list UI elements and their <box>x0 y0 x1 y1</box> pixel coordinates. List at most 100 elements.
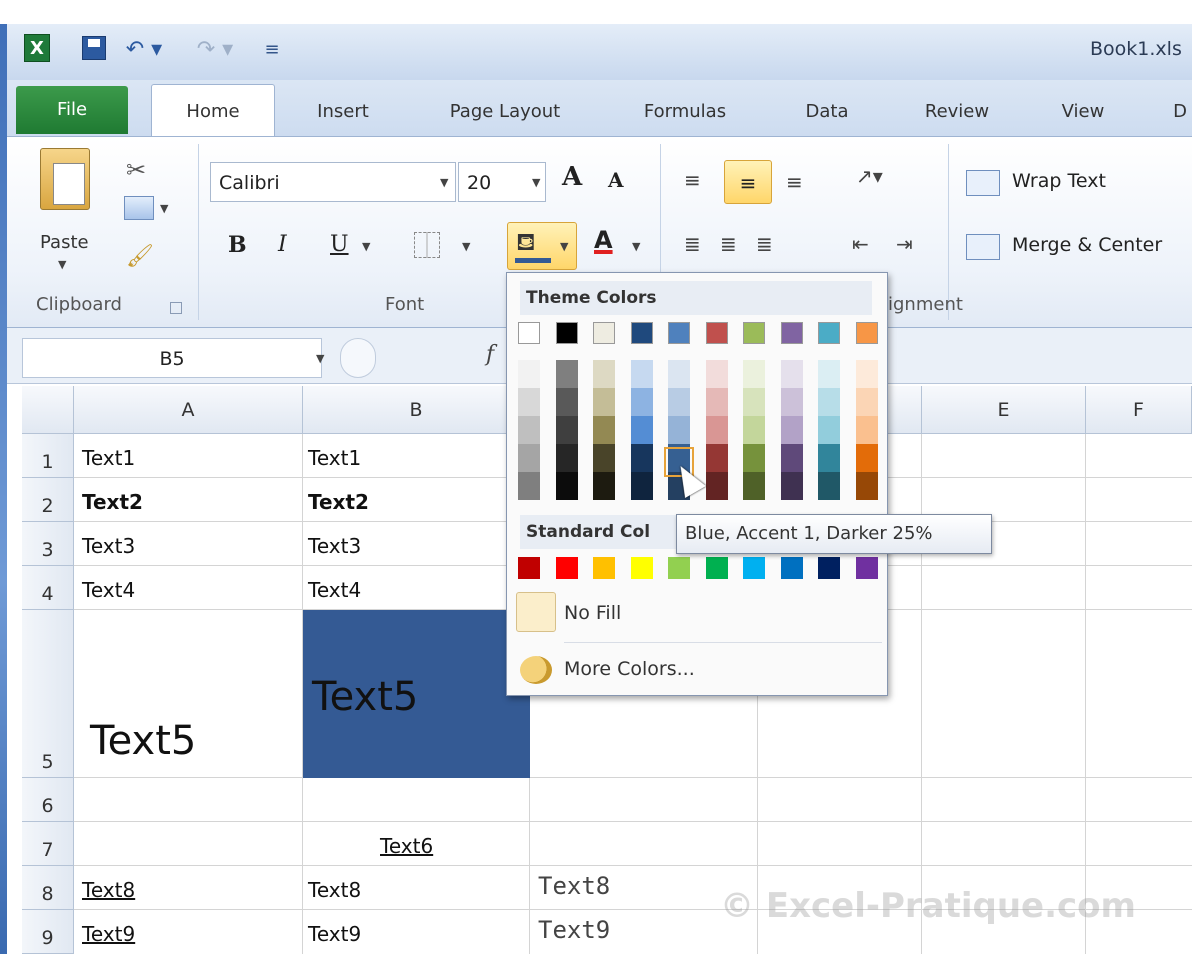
standard-color-swatch[interactable] <box>593 557 615 579</box>
paste-button-label[interactable]: Paste <box>40 232 89 253</box>
no-fill-option[interactable]: No Fill <box>564 602 621 624</box>
bold-button[interactable]: B <box>228 232 247 258</box>
cell-a9[interactable]: Text9 <box>82 922 135 946</box>
theme-shade-swatch[interactable] <box>818 388 840 416</box>
theme-shade-swatch[interactable] <box>593 416 615 444</box>
theme-shade-swatch[interactable] <box>780 472 803 500</box>
theme-shade-swatch[interactable] <box>630 472 653 500</box>
wrap-text-button[interactable]: Wrap Text <box>1012 170 1106 192</box>
cell-a2[interactable]: Text2 <box>82 490 143 514</box>
align-right-icon[interactable]: ≣ <box>756 232 773 256</box>
theme-shade-swatch[interactable] <box>818 416 840 444</box>
theme-shade-swatch[interactable] <box>743 388 765 416</box>
orientation-icon[interactable]: ↗▾ <box>856 164 883 188</box>
align-left-icon[interactable]: ≣ <box>684 232 701 256</box>
theme-shade-swatch[interactable] <box>555 472 578 500</box>
theme-color-swatch[interactable] <box>555 322 578 344</box>
theme-shade-swatch[interactable] <box>518 360 540 388</box>
column-header-e[interactable]: E <box>922 386 1086 434</box>
theme-shade-swatch[interactable] <box>780 416 803 444</box>
font-size-dropdown-arrow-icon[interactable]: ▼ <box>532 176 540 189</box>
tab-view[interactable]: View <box>1050 82 1116 138</box>
paste-icon[interactable] <box>40 148 90 210</box>
theme-shade-swatch[interactable] <box>818 444 840 472</box>
font-name-combobox[interactable]: Calibri <box>210 162 456 202</box>
theme-shade-swatch[interactable] <box>668 360 690 388</box>
row-header[interactable]: 3 <box>22 522 74 566</box>
theme-shade-swatch[interactable] <box>705 444 728 472</box>
cell-c8[interactable]: Text8 <box>538 872 610 900</box>
theme-shade-swatch[interactable] <box>555 360 578 388</box>
theme-color-swatch[interactable] <box>630 322 653 344</box>
theme-shade-swatch[interactable] <box>630 388 653 416</box>
underline-button[interactable]: U <box>330 232 349 257</box>
standard-color-swatch[interactable] <box>780 557 803 579</box>
cell-b5[interactable]: Text5 <box>312 674 418 720</box>
cell-a3[interactable]: Text3 <box>82 534 135 558</box>
theme-shade-swatch[interactable] <box>518 472 540 500</box>
tab-data[interactable]: Data <box>794 82 860 138</box>
tab-review[interactable]: Review <box>912 82 1002 138</box>
theme-color-swatch[interactable] <box>780 322 803 344</box>
theme-shade-swatch[interactable] <box>593 360 615 388</box>
cell-b2[interactable]: Text2 <box>308 490 369 514</box>
customize-quick-access-icon[interactable]: ≡ <box>260 36 284 62</box>
theme-shade-swatch[interactable] <box>705 360 728 388</box>
column-header-a[interactable]: A <box>74 386 303 434</box>
row-header[interactable]: 8 <box>22 866 74 910</box>
theme-shade-swatch[interactable] <box>780 360 803 388</box>
theme-color-swatch[interactable] <box>855 322 878 344</box>
more-colors-option[interactable]: More Colors... <box>564 658 695 680</box>
font-color-dropdown-arrow-icon[interactable]: ▼ <box>632 240 640 253</box>
theme-shade-swatch[interactable] <box>743 444 765 472</box>
theme-color-swatch[interactable] <box>818 322 840 344</box>
theme-color-swatch[interactable] <box>743 322 765 344</box>
increase-indent-icon[interactable]: ⇥ <box>896 232 913 256</box>
copy-dropdown-arrow-icon[interactable]: ▼ <box>160 202 168 215</box>
format-painter-icon[interactable]: 🖌 <box>126 244 154 269</box>
copy-icon[interactable] <box>124 196 154 220</box>
row-header[interactable]: 1 <box>22 434 74 478</box>
standard-color-swatch[interactable] <box>743 557 765 579</box>
formula-bar-grip[interactable] <box>340 338 376 378</box>
insert-function-icon[interactable]: f <box>486 342 494 367</box>
shrink-font-icon[interactable]: A <box>608 168 624 192</box>
undo-icon[interactable]: ↶ ▾ <box>124 36 164 62</box>
theme-color-swatch[interactable] <box>668 322 690 344</box>
borders-icon[interactable] <box>414 232 440 258</box>
align-middle-icon[interactable]: ≡ <box>724 160 772 204</box>
row-header[interactable]: 7 <box>22 822 74 866</box>
tab-page-layout[interactable]: Page Layout <box>430 82 580 138</box>
theme-shade-swatch[interactable] <box>518 444 540 472</box>
tab-developer[interactable]: D <box>1168 82 1192 138</box>
column-header-b[interactable]: B <box>303 386 530 434</box>
theme-shade-swatch[interactable] <box>668 416 690 444</box>
tab-insert[interactable]: Insert <box>303 82 383 138</box>
align-top-icon[interactable]: ≡ <box>684 168 701 192</box>
cell-a8[interactable]: Text8 <box>82 878 135 902</box>
theme-shade-swatch[interactable] <box>555 388 578 416</box>
theme-shade-swatch[interactable] <box>855 472 878 500</box>
theme-shade-swatch[interactable] <box>818 360 840 388</box>
cut-icon[interactable]: ✂ <box>126 156 146 184</box>
theme-shade-swatch[interactable] <box>855 444 878 472</box>
excel-app-icon[interactable]: X <box>24 34 50 62</box>
standard-color-swatch[interactable] <box>855 557 878 579</box>
theme-shade-swatch[interactable] <box>518 388 540 416</box>
select-all-corner[interactable] <box>22 386 74 434</box>
row-header[interactable]: 9 <box>22 910 74 954</box>
row-header[interactable]: 2 <box>22 478 74 522</box>
theme-shade-swatch[interactable] <box>518 416 540 444</box>
cell-a5[interactable]: Text5 <box>90 718 196 764</box>
row-header[interactable]: 5 <box>22 610 74 778</box>
underline-dropdown-arrow-icon[interactable]: ▼ <box>362 240 370 253</box>
theme-shade-swatch[interactable] <box>630 360 653 388</box>
clipboard-launcher-icon[interactable] <box>170 302 182 314</box>
theme-shade-swatch[interactable] <box>705 416 728 444</box>
row-header[interactable]: 4 <box>22 566 74 610</box>
theme-shade-swatch[interactable] <box>593 444 615 472</box>
theme-shade-swatch[interactable] <box>593 472 615 500</box>
theme-shade-swatch[interactable] <box>780 388 803 416</box>
theme-shade-swatch[interactable] <box>855 388 878 416</box>
standard-color-swatch[interactable] <box>555 557 578 579</box>
